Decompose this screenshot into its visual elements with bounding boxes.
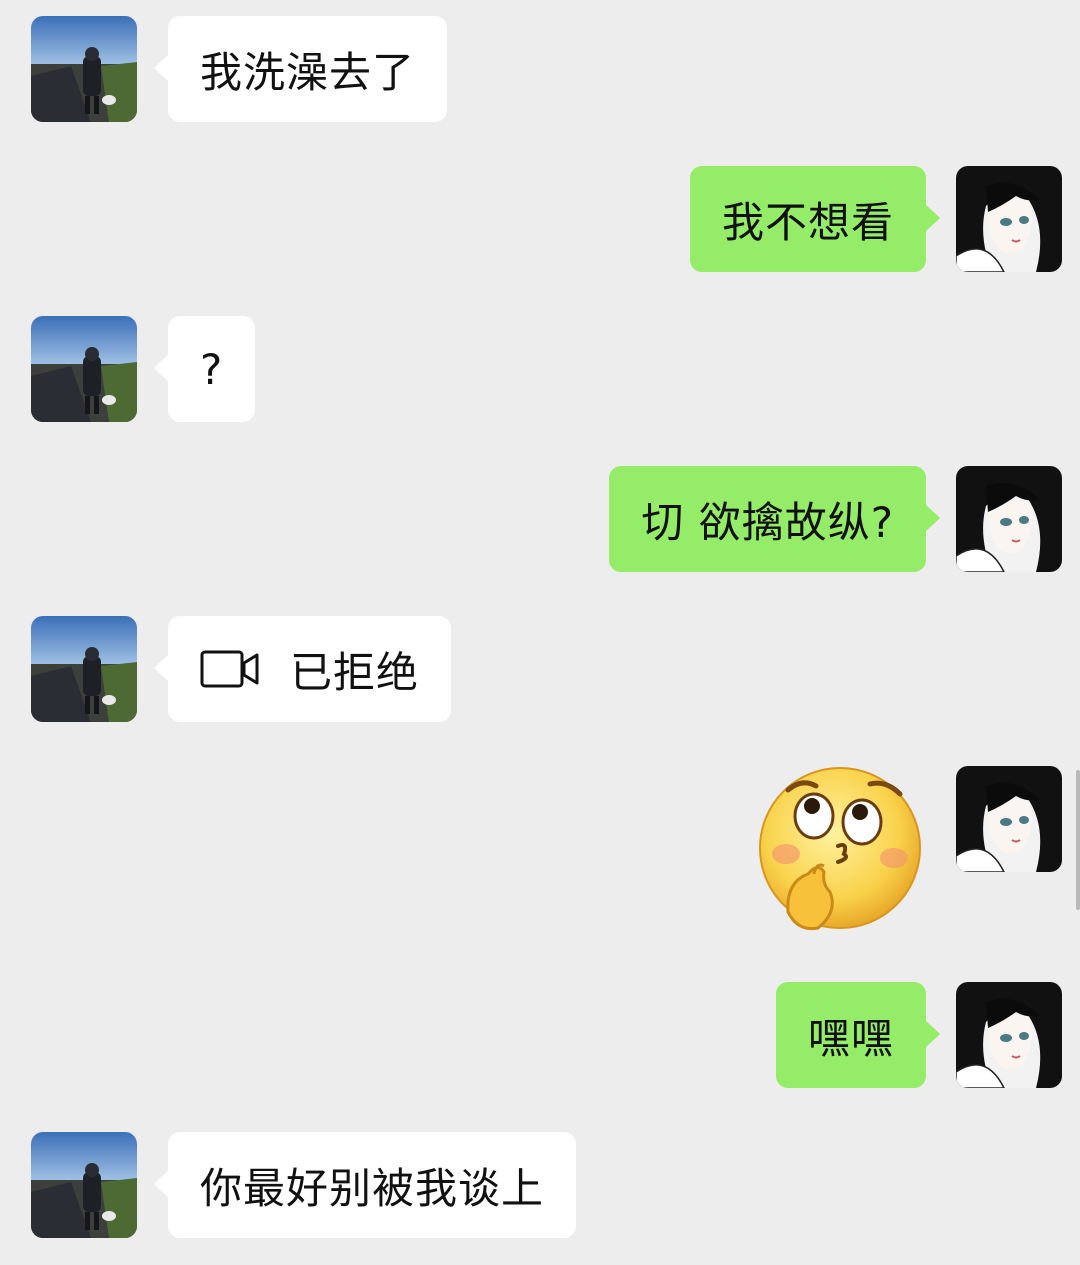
message-bubble[interactable]: ? (153, 316, 256, 422)
message-text: ? (200, 344, 224, 394)
message-row: ? (0, 316, 1080, 426)
message-row: 已拒绝 (0, 616, 1080, 726)
video-call-icon (200, 649, 260, 689)
message-text: 嘿嘿 (807, 1013, 894, 1063)
message-bubble[interactable]: 嘿嘿 (775, 982, 941, 1088)
avatar-self[interactable] (956, 766, 1062, 872)
avatar-anime-girl-icon (956, 166, 1062, 272)
avatar-self[interactable] (956, 166, 1062, 272)
message-text: 你最好别被我谈上 (200, 1163, 545, 1213)
message-row (0, 766, 1080, 931)
avatar-anime-girl-icon (956, 466, 1062, 572)
avatar-contact[interactable] (31, 616, 137, 722)
avatar-landscape-icon (31, 316, 137, 422)
message-bubble[interactable]: 切 欲擒故纵? (609, 466, 940, 572)
message-bubble[interactable]: 我不想看 (689, 166, 941, 272)
message-row: 我不想看 (0, 166, 1080, 276)
message-text: 切 欲擒故纵? (641, 497, 894, 547)
message-row: 你最好别被我谈上 (0, 1132, 1080, 1242)
message-row: 我洗澡去了 (0, 16, 1080, 126)
scrollbar[interactable] (1076, 770, 1080, 910)
avatar-landscape-icon (31, 616, 137, 722)
thinking-face-sticker[interactable] (758, 762, 924, 934)
message-row: 切 欲擒故纵? (0, 466, 1080, 576)
avatar-self[interactable] (956, 982, 1062, 1088)
avatar-self[interactable] (956, 466, 1062, 572)
avatar-landscape-icon (31, 16, 137, 122)
message-text: 我不想看 (721, 197, 894, 247)
chat-message-list[interactable]: 我洗澡去了 我不想看 ? 切 欲擒故纵? 已拒绝 嘿嘿 你最好别被我谈上 (0, 0, 1080, 1265)
avatar-landscape-icon (31, 1132, 137, 1238)
message-bubble[interactable]: 我洗澡去了 (153, 16, 448, 122)
message-bubble[interactable]: 你最好别被我谈上 (153, 1132, 577, 1238)
avatar-contact[interactable] (31, 16, 137, 122)
avatar-contact[interactable] (31, 316, 137, 422)
avatar-anime-girl-icon (956, 982, 1062, 1088)
video-call-bubble[interactable]: 已拒绝 (153, 616, 452, 722)
avatar-contact[interactable] (31, 1132, 137, 1238)
avatar-anime-girl-icon (956, 766, 1062, 872)
call-status-text: 已拒绝 (290, 647, 420, 697)
message-row: 嘿嘿 (0, 982, 1080, 1092)
message-text: 我洗澡去了 (200, 47, 416, 97)
